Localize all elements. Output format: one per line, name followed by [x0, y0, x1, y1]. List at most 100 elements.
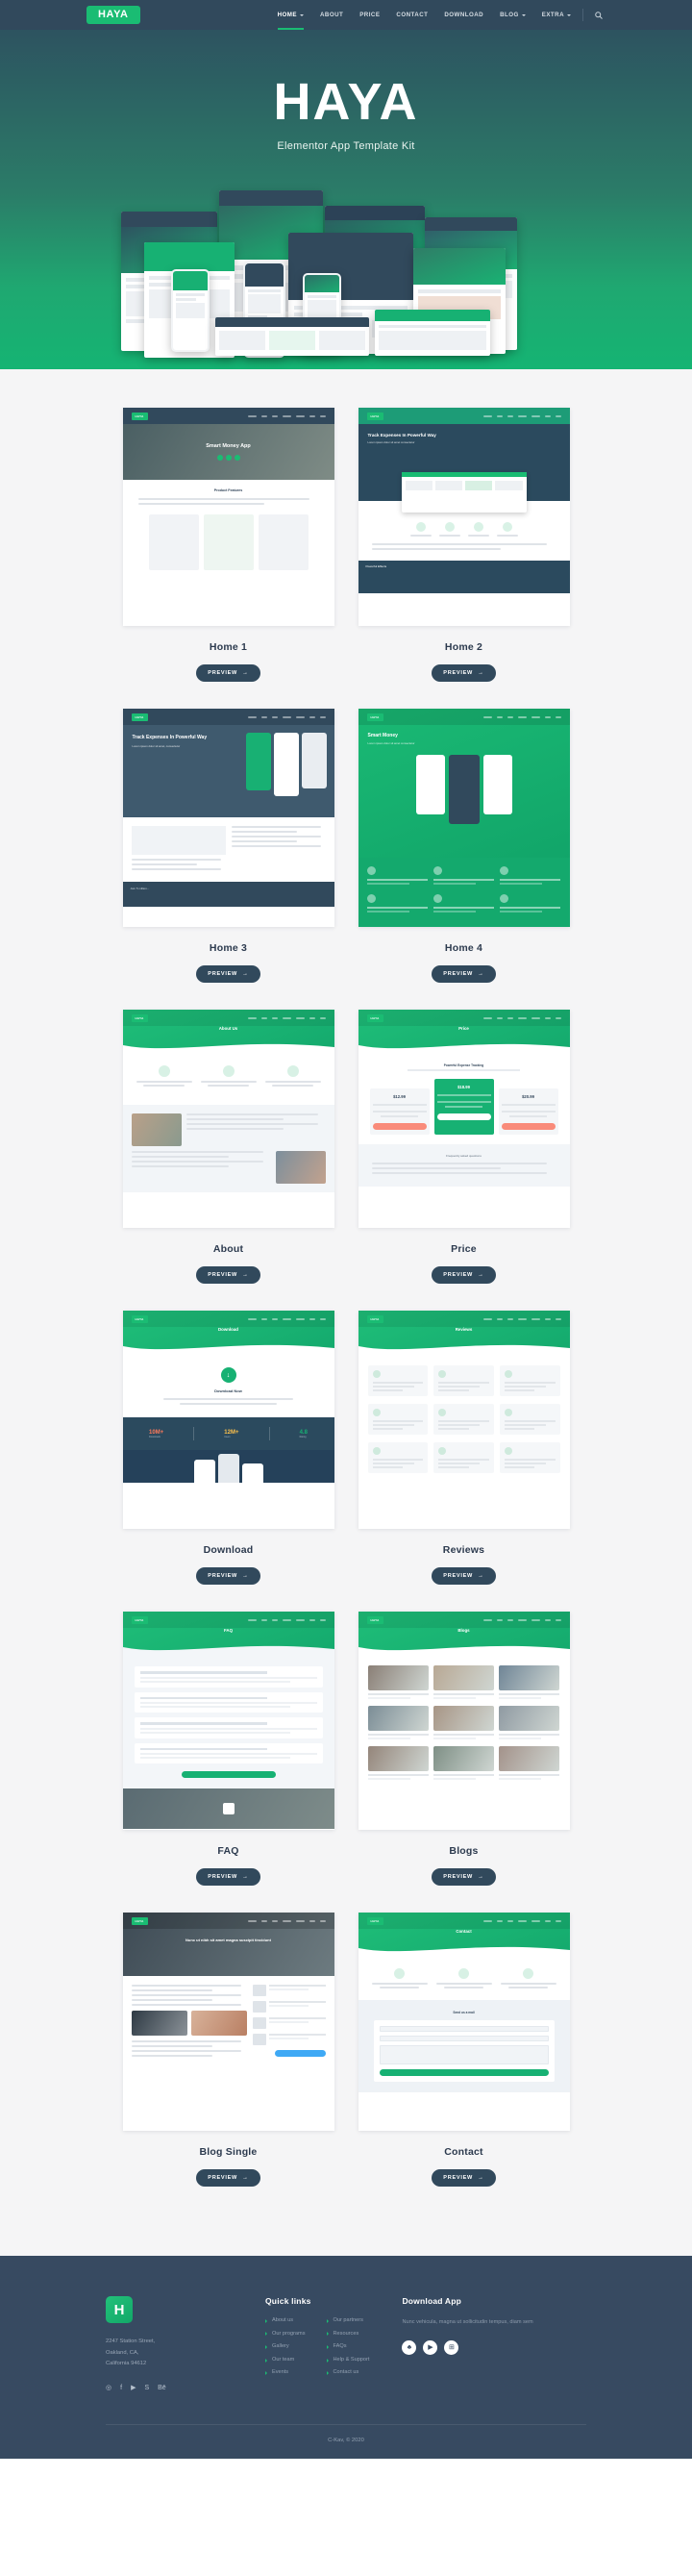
template-thumbnail-home4[interactable]: HAYA Smart Money Lorem ipsum dolor sit a…: [358, 709, 570, 927]
preview-button-label: PREVIEW: [208, 1272, 237, 1278]
mock-nav-links: [482, 414, 561, 417]
template-card: HAYA Track Expenses In Powerful Way Lore…: [122, 709, 334, 983]
mock-logo: HAYA: [131, 713, 148, 721]
youtube-icon[interactable]: ▶: [131, 2385, 136, 2391]
site-logo[interactable]: HAYA: [86, 6, 140, 24]
mock-logo: HAYA: [366, 1916, 383, 1925]
footer-link[interactable]: Our team: [265, 2357, 306, 2363]
nav-item-contact[interactable]: CONTACT: [396, 0, 428, 30]
arrow-right-icon: →: [478, 971, 484, 977]
preview-button[interactable]: PREVIEW →: [196, 1266, 260, 1284]
apple-store-icon[interactable]: ♣: [402, 2339, 417, 2355]
nav-divider: [582, 9, 583, 21]
footer-quick-links-column: Quick links About us Our programs Gallery O…: [265, 2296, 369, 2391]
footer-link[interactable]: Contact us: [327, 2370, 370, 2376]
address-line: Oakland, CA,: [106, 2349, 139, 2356]
preview-button-label: PREVIEW: [443, 1573, 473, 1579]
nav-inner: HAYA HOME ABOUT PRICE CONTACT DOWNLOAD BLOG EX…: [86, 0, 606, 30]
instagram-icon[interactable]: ◎: [106, 2385, 111, 2391]
template-thumbnail-download[interactable]: HAYA Download ↓ Download Now 10M+ Downloa…: [122, 1311, 334, 1529]
nav-item-blog[interactable]: BLOG: [500, 0, 526, 30]
footer-link[interactable]: About us: [265, 2317, 306, 2324]
preview-button[interactable]: PREVIEW →: [432, 1567, 496, 1585]
template-thumbnail-home2[interactable]: HAYA Track Expenses In Powerful Way Lore…: [358, 408, 570, 626]
mock-logo: HAYA: [366, 1013, 383, 1022]
preview-button[interactable]: PREVIEW →: [196, 1868, 260, 1886]
arrow-right-icon: →: [478, 1874, 484, 1880]
template-card: HAYA Contact Send us a mail Contact PREV…: [358, 1913, 570, 2187]
facebook-icon[interactable]: f: [120, 2385, 122, 2391]
footer-social-links: ◎ f ▶ S Bē: [106, 2385, 233, 2391]
hero-subtitle: Elementor App Template Kit: [277, 140, 415, 152]
template-thumbnail-reviews[interactable]: HAYA Reviews: [358, 1311, 570, 1529]
template-thumbnail-contact[interactable]: HAYA Contact Send us a mail: [358, 1913, 570, 2131]
footer-link[interactable]: Gallery: [265, 2344, 306, 2350]
template-card-title: Blog Single: [199, 2146, 258, 2158]
nav-item-label: CONTACT: [396, 12, 429, 18]
top-navigation-bar: HAYA HOME ABOUT PRICE CONTACT DOWNLOAD BLOG EX…: [0, 0, 692, 30]
search-icon[interactable]: [592, 9, 606, 22]
hero-screenshot-collage: [0, 173, 692, 369]
mock-nav-links: [247, 1919, 326, 1922]
windows-store-icon[interactable]: ⊞: [444, 2339, 459, 2355]
template-thumbnail-blogs[interactable]: HAYA Blogs: [358, 1612, 570, 1830]
skype-icon[interactable]: S: [144, 2385, 149, 2391]
preview-button[interactable]: PREVIEW →: [432, 965, 496, 983]
footer-link[interactable]: Resources: [327, 2331, 370, 2338]
site-footer: H 2247 Station Street, Oakland, CA, Califo…: [0, 2256, 692, 2459]
template-card: HAYA Smart Money App Product Features Ho…: [122, 408, 334, 682]
template-thumbnail-about[interactable]: HAYA About Us: [122, 1010, 334, 1228]
footer-link[interactable]: Events: [265, 2370, 306, 2376]
nav-item-extra[interactable]: EXTRA: [542, 0, 571, 30]
template-thumbnail-home1[interactable]: HAYA Smart Money App Product Features: [122, 408, 334, 626]
template-thumbnail-blogsingle[interactable]: HAYA Nunc ut nibh sit amet magna suscipi…: [122, 1913, 334, 2131]
preview-button[interactable]: PREVIEW →: [432, 1868, 496, 1886]
preview-button[interactable]: PREVIEW →: [196, 1567, 260, 1585]
nav-item-price[interactable]: PRICE: [359, 0, 380, 30]
template-card-title: Contact: [444, 2146, 483, 2158]
google-play-icon[interactable]: ▶: [423, 2339, 438, 2355]
mock-nav-links: [247, 414, 326, 417]
template-card: HAYA Price Powerful Expense Tracking $12…: [358, 1010, 570, 1284]
footer-link[interactable]: Our partners: [327, 2317, 370, 2324]
footer-link[interactable]: Our programs: [265, 2331, 306, 2338]
behance-icon[interactable]: Bē: [158, 2385, 166, 2391]
preview-button[interactable]: PREVIEW →: [196, 965, 260, 983]
footer-link[interactable]: Help & Support: [327, 2357, 370, 2363]
preview-button-label: PREVIEW: [208, 1874, 237, 1880]
mock-nav-links: [482, 715, 561, 718]
template-thumbnail-price[interactable]: HAYA Price Powerful Expense Tracking $12…: [358, 1010, 570, 1228]
hero-section: HAYA Elementor App Template Kit: [0, 30, 692, 369]
template-card-title: Home 3: [209, 942, 248, 954]
preview-button-label: PREVIEW: [208, 1573, 237, 1579]
preview-button[interactable]: PREVIEW →: [432, 1266, 496, 1284]
page-title: HAYA: [273, 73, 419, 131]
nav-item-home[interactable]: HOME: [277, 0, 305, 30]
footer-logo[interactable]: H: [106, 2296, 133, 2323]
template-card: HAYA Track Expenses In Powerful Way Lore…: [358, 408, 570, 682]
template-thumbnail-faq[interactable]: HAYA FAQ: [122, 1612, 334, 1830]
address-line: California 94612: [106, 2361, 147, 2367]
template-card-title: Blogs: [449, 1845, 479, 1857]
nav-item-label: DOWNLOAD: [444, 12, 484, 18]
template-thumbnail-home3[interactable]: HAYA Track Expenses In Powerful Way Lore…: [122, 709, 334, 927]
mock-nav-links: [482, 1618, 561, 1621]
preview-button[interactable]: PREVIEW →: [432, 2169, 496, 2187]
template-card: HAYA Blogs Blogs PREVIEW →: [358, 1612, 570, 1886]
preview-button-label: PREVIEW: [443, 670, 473, 676]
collage-item: [375, 310, 490, 356]
template-card: HAYA Nunc ut nibh sit amet magna suscipi…: [122, 1913, 334, 2187]
preview-button-label: PREVIEW: [443, 971, 473, 977]
nav-item-download[interactable]: DOWNLOAD: [444, 0, 483, 30]
preview-button[interactable]: PREVIEW →: [432, 664, 496, 682]
nav-item-label: BLOG: [500, 12, 519, 18]
download-app-description: Nunc vehicula, magna ut sollicitudin tem…: [402, 2319, 533, 2325]
nav-item-about[interactable]: ABOUT: [320, 0, 343, 30]
mock-logo: HAYA: [366, 412, 383, 420]
preview-button[interactable]: PREVIEW →: [196, 2169, 260, 2187]
page-root: HAYA HOME ABOUT PRICE CONTACT DOWNLOAD BLOG EX…: [0, 0, 692, 2459]
footer-link[interactable]: FAQs: [327, 2344, 370, 2350]
preview-button[interactable]: PREVIEW →: [196, 664, 260, 682]
footer-columns: H 2247 Station Street, Oakland, CA, Califo…: [106, 2296, 586, 2391]
download-app-heading: Download App: [402, 2296, 462, 2306]
